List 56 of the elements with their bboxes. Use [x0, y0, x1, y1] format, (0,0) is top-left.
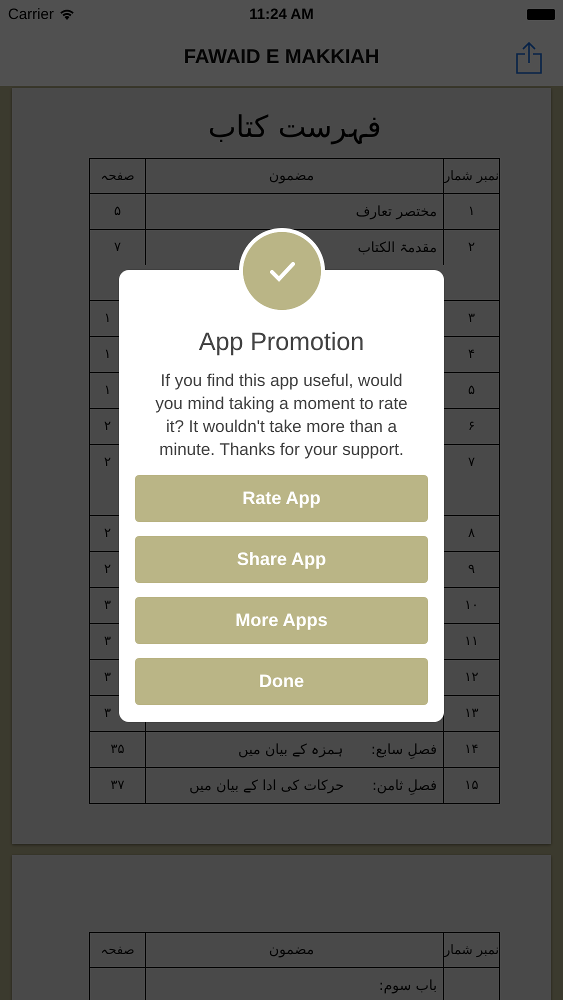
page-number: ۷	[114, 240, 121, 255]
page-number: ۳۵	[110, 742, 124, 757]
page-number: ۱	[104, 383, 111, 398]
row-number: ۸	[468, 526, 475, 541]
dialog-button[interactable]: Rate App	[135, 475, 428, 522]
page-number: ۳۷	[110, 778, 124, 793]
page-number: ۲	[104, 419, 111, 434]
column-header: نمبر شمار	[444, 942, 499, 958]
row-number: ۱۲	[464, 670, 478, 685]
battery-icon	[527, 8, 555, 20]
page-number: ۵	[114, 204, 121, 219]
dialog-button[interactable]: Done	[135, 658, 428, 705]
row-number: ۱۰	[464, 598, 478, 613]
row-number: ۱۱	[464, 634, 478, 649]
subject-text: مختصر تعارف	[356, 204, 437, 220]
row-number: ۱	[468, 204, 475, 219]
page-number: ۲	[104, 455, 111, 470]
row-number: ۵	[468, 383, 475, 398]
section-label: فصلِ ثامن:	[372, 778, 437, 794]
subject-text: حرکات کی ادا کے بیان میں	[189, 777, 344, 794]
row-number: ۱۳	[464, 706, 478, 721]
share-icon[interactable]	[515, 42, 543, 74]
section-label: فصلِ سابع:	[371, 742, 437, 758]
nav-title: FAWAID E MAKKIAH	[184, 46, 380, 68]
column-header: نمبر شمار	[444, 168, 499, 184]
column-header: صفحہ	[100, 168, 135, 184]
row-number: ۴	[468, 347, 475, 362]
page-number: ۲	[104, 526, 111, 541]
column-header: مضمون	[268, 942, 314, 958]
dialog-title: App Promotion	[198, 328, 364, 357]
dialog-message: If you find this app useful, would you mind taking a moment to rate it? It wouldn't take more than a minute. Thanks for your support.	[154, 370, 409, 461]
row-number: ۶	[468, 419, 475, 434]
section-label: باب سوم:	[378, 978, 437, 994]
row-number: ۷	[468, 455, 475, 470]
page-heading: فہرست کتاب	[207, 109, 382, 147]
row-number: ۹	[468, 562, 475, 577]
page-number: ۳	[104, 706, 111, 721]
page-number: ۳	[104, 670, 111, 685]
column-header: مضمون	[268, 168, 314, 184]
dialog-button[interactable]: Share App	[135, 536, 428, 583]
row-number: ۱۵	[464, 778, 478, 793]
column-header: صفحہ	[100, 942, 135, 958]
row-number: ۱۴	[464, 742, 478, 757]
row-number: ۳	[468, 311, 475, 326]
wifi-icon	[58, 8, 75, 20]
dialog-button[interactable]: More Apps	[135, 597, 428, 644]
page-number: ۱	[104, 311, 111, 326]
row-number: ۲	[468, 240, 475, 255]
subject-text: ہمزہ کے بیان میں	[238, 741, 344, 758]
status-time: 11:24 AM	[249, 6, 314, 22]
page-number: ۳	[104, 634, 111, 649]
carrier-label: Carrier	[8, 6, 54, 22]
subject-text: مقدمۃ الکتاب	[358, 239, 437, 256]
page-number: ۱	[104, 347, 111, 362]
page-number: ۳	[104, 598, 111, 613]
page-number: ۲	[104, 562, 111, 577]
